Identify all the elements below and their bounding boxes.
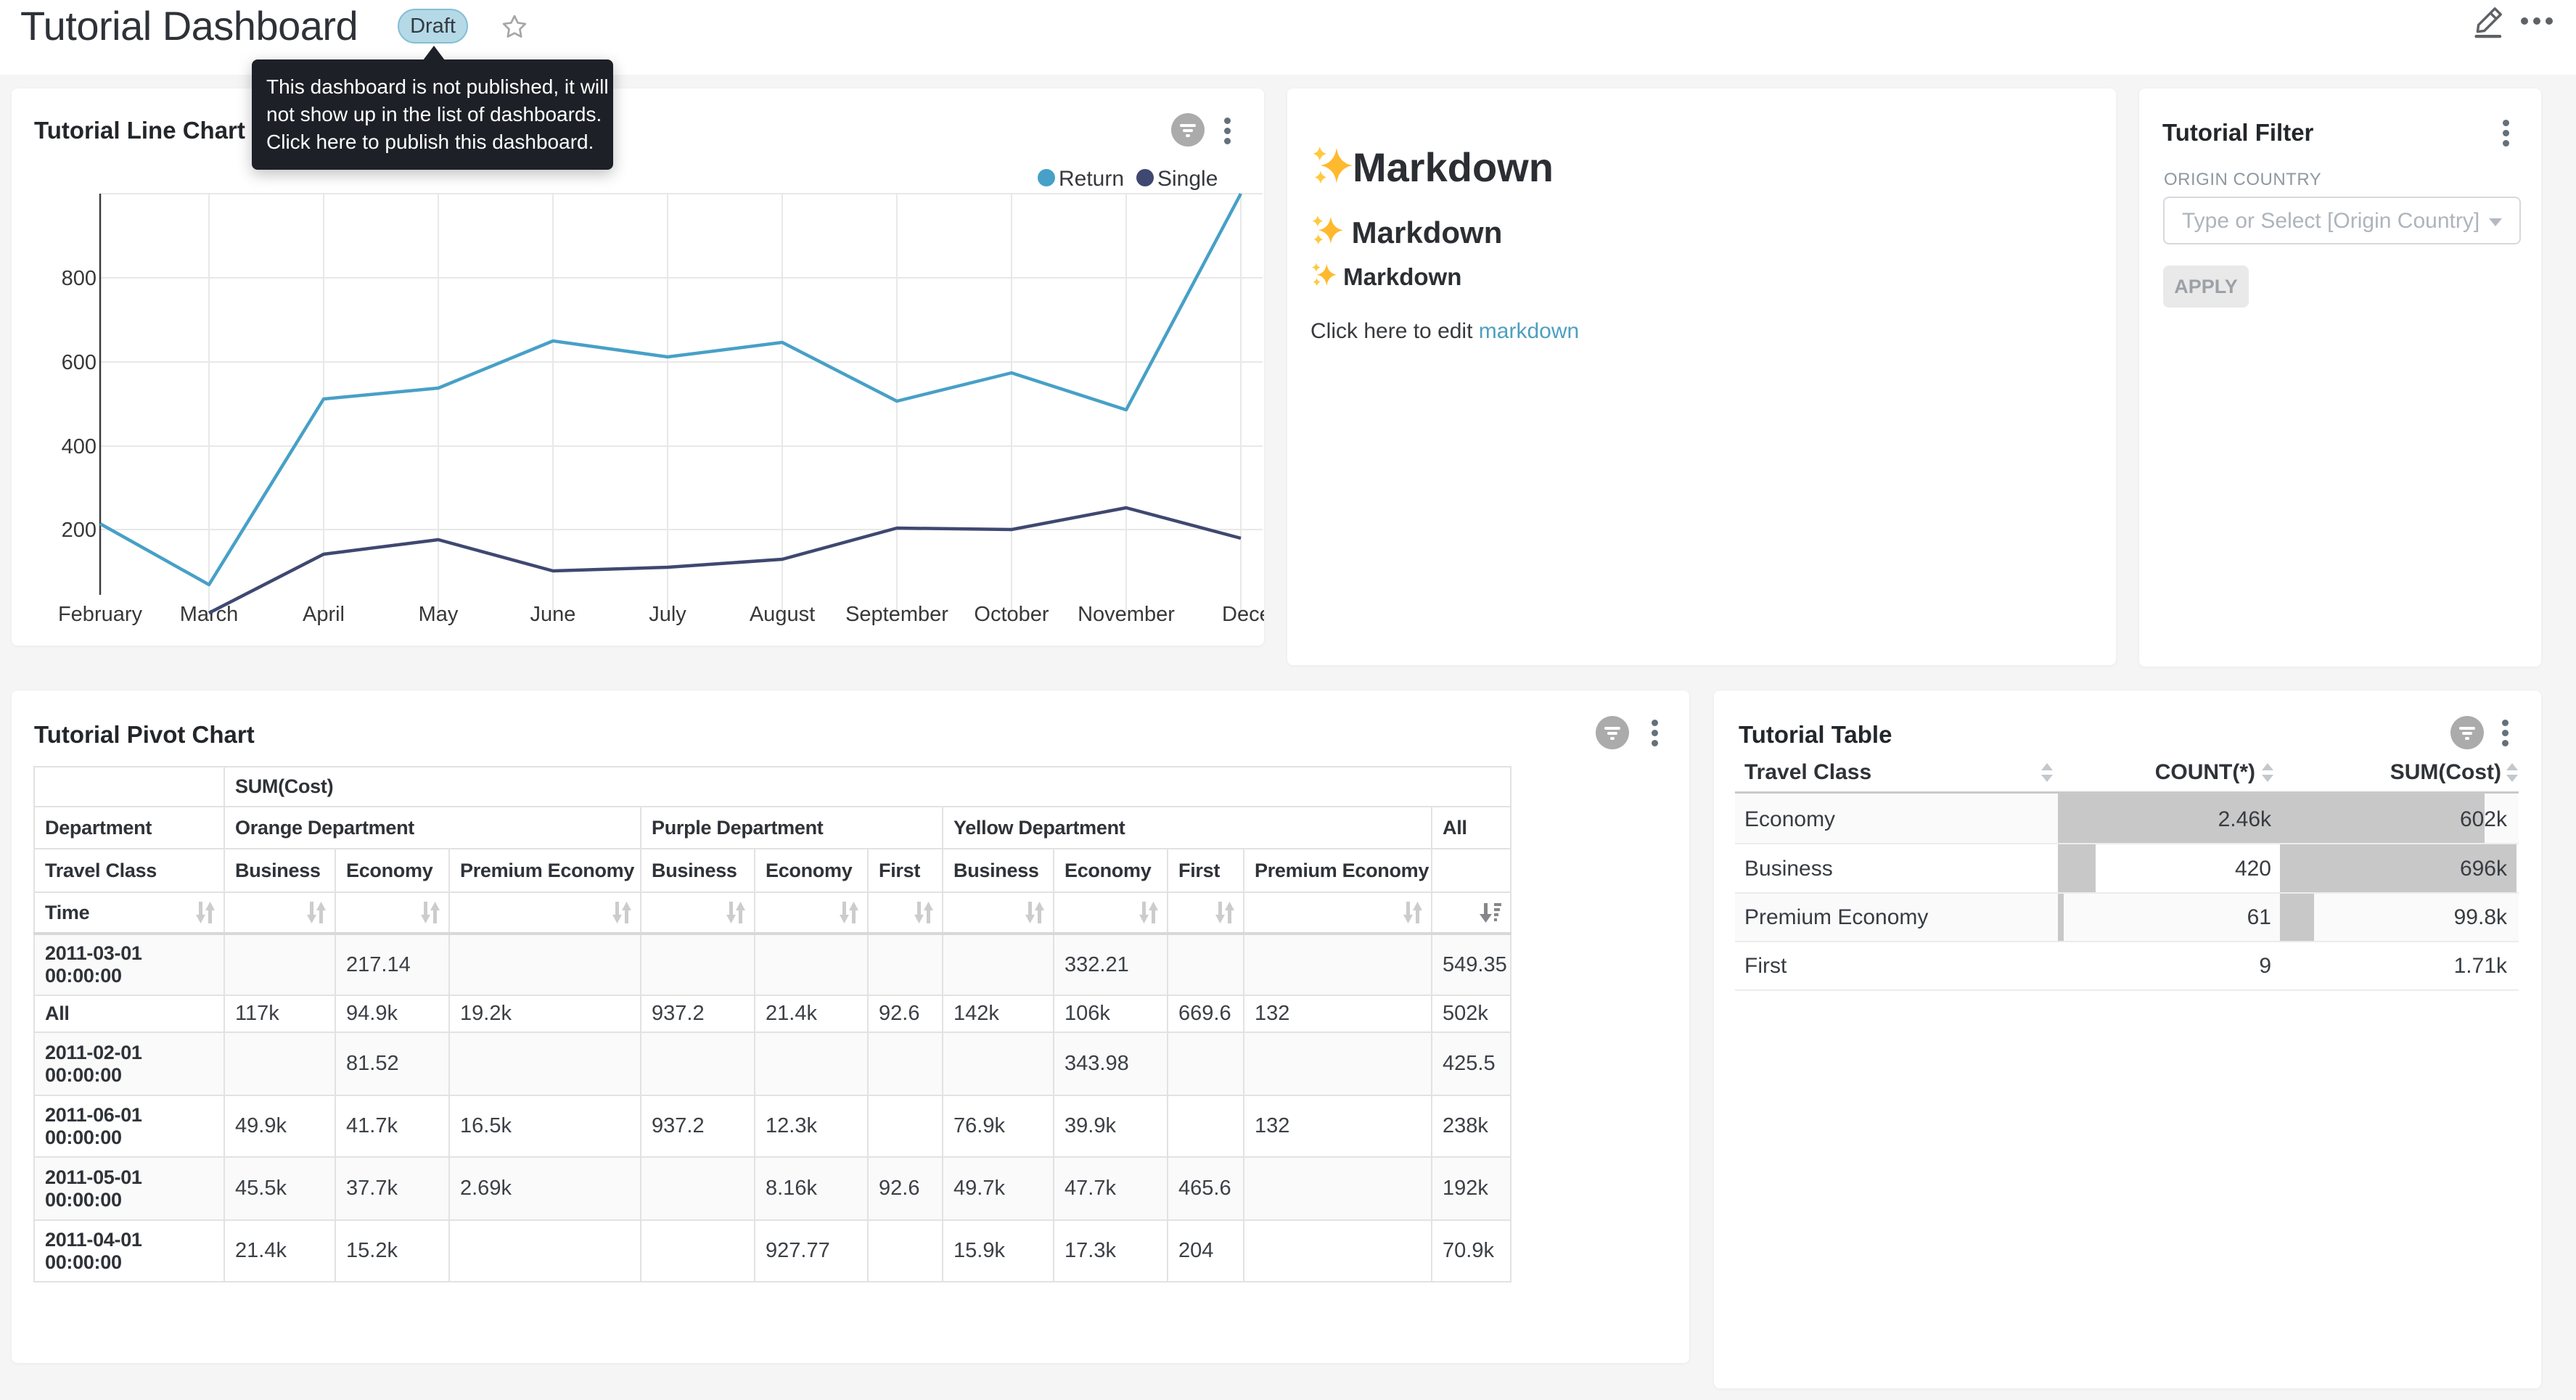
svg-text:March: March bbox=[180, 603, 239, 626]
svg-text:May: May bbox=[419, 603, 459, 626]
svg-text:800: 800 bbox=[62, 267, 97, 290]
svg-text:February: February bbox=[58, 603, 143, 626]
svg-text:Return: Return bbox=[1059, 167, 1124, 191]
svg-text:Single: Single bbox=[1157, 167, 1218, 191]
svg-text:April: April bbox=[303, 603, 345, 626]
svg-text:October: October bbox=[974, 603, 1049, 626]
svg-text:200: 200 bbox=[62, 519, 97, 542]
svg-text:July: July bbox=[649, 603, 686, 626]
svg-text:600: 600 bbox=[62, 351, 97, 374]
svg-text:September: September bbox=[845, 603, 948, 626]
svg-text:November: November bbox=[1078, 603, 1175, 626]
svg-text:400: 400 bbox=[62, 435, 97, 458]
svg-text:August: August bbox=[750, 603, 815, 626]
svg-text:December: December bbox=[1222, 603, 1264, 626]
svg-text:June: June bbox=[530, 603, 576, 626]
